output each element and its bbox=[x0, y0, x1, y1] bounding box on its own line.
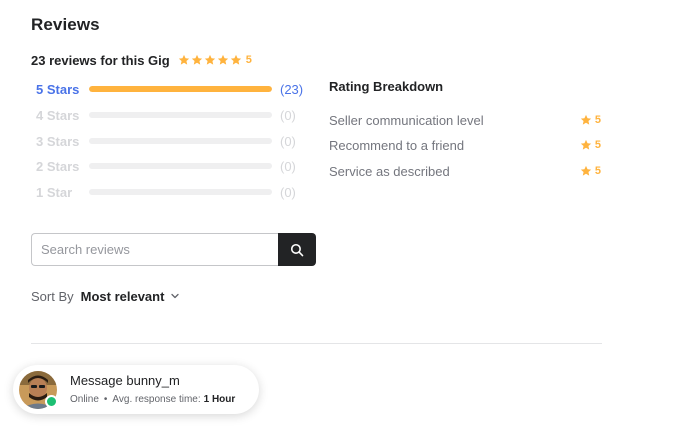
summary-stars bbox=[178, 54, 242, 66]
breakdown-value: 5 bbox=[580, 139, 601, 151]
rating-bar bbox=[89, 112, 272, 118]
star-icon bbox=[580, 139, 592, 150]
section-divider bbox=[31, 343, 602, 344]
star-icon bbox=[580, 165, 592, 176]
star-icon bbox=[230, 54, 242, 66]
star-icon bbox=[217, 54, 229, 66]
rating-bar bbox=[89, 163, 272, 169]
online-status-dot bbox=[45, 394, 58, 408]
rating-row-4-stars[interactable]: 4 Stars (0) bbox=[36, 106, 296, 124]
response-time-label: Avg. response time: bbox=[112, 394, 201, 405]
breakdown-label: Seller communication level bbox=[329, 112, 484, 128]
rating-row-label[interactable]: 2 Stars bbox=[36, 159, 89, 174]
breakdown-row-service: Service as described 5 bbox=[329, 162, 601, 180]
rating-bar-fill bbox=[89, 86, 272, 92]
rating-row-label[interactable]: 4 Stars bbox=[36, 108, 89, 123]
chat-text: Message bunny_m Online • Avg. response t… bbox=[70, 372, 235, 407]
rating-row-count: (0) bbox=[280, 184, 296, 200]
chat-meta: Online • Avg. response time: 1 Hour bbox=[70, 393, 235, 407]
star-icon bbox=[191, 54, 203, 66]
breakdown-label: Recommend to a friend bbox=[329, 137, 465, 153]
rating-bar bbox=[89, 138, 272, 144]
rating-row-1-star[interactable]: 1 Star (0) bbox=[36, 183, 296, 201]
breakdown-row-communication: Seller communication level 5 bbox=[329, 111, 601, 129]
search-button[interactable] bbox=[278, 233, 316, 266]
breakdown-value: 5 bbox=[580, 114, 601, 126]
rating-bar bbox=[89, 86, 272, 92]
chevron-down-icon bbox=[171, 293, 180, 299]
rating-row-label[interactable]: 1 Star bbox=[36, 185, 89, 200]
message-title: Message bunny_m bbox=[70, 373, 180, 388]
rating-row-count: (23) bbox=[280, 81, 304, 97]
response-time-value: 1 Hour bbox=[203, 394, 236, 405]
breakdown-score: 5 bbox=[594, 139, 601, 151]
sort-value[interactable]: Most relevant bbox=[81, 289, 165, 304]
rating-breakdown-title: Rating Breakdown bbox=[329, 79, 444, 94]
star-icon bbox=[178, 54, 190, 66]
rating-row-count: (0) bbox=[280, 133, 296, 149]
breakdown-row-recommend: Recommend to a friend 5 bbox=[329, 136, 601, 154]
reviews-summary: 23 reviews for this Gig 5 bbox=[31, 51, 252, 69]
sort-dropdown[interactable]: Most relevant bbox=[81, 289, 181, 304]
meta-separator: • bbox=[103, 394, 108, 405]
online-status: Online bbox=[70, 394, 99, 405]
breakdown-score: 5 bbox=[594, 165, 601, 177]
average-rating: 5 bbox=[245, 54, 252, 66]
rating-row-count: (0) bbox=[280, 158, 296, 174]
rating-row-count: (0) bbox=[280, 107, 296, 123]
breakdown-value: 5 bbox=[580, 165, 601, 177]
reviews-count-text: 23 reviews for this Gig bbox=[31, 52, 170, 68]
rating-row-label[interactable]: 3 Stars bbox=[36, 134, 89, 149]
rating-row-2-stars[interactable]: 2 Stars (0) bbox=[36, 157, 296, 175]
rating-row-3-stars[interactable]: 3 Stars (0) bbox=[36, 132, 296, 150]
star-icon bbox=[580, 114, 592, 125]
review-search bbox=[31, 233, 316, 266]
rating-row-5-stars[interactable]: 5 Stars (23) bbox=[36, 80, 303, 98]
sort-label: Sort By bbox=[31, 288, 74, 304]
rating-bar bbox=[89, 189, 272, 195]
rating-row-label[interactable]: 5 Stars bbox=[36, 82, 89, 97]
sort-control: Sort By Most relevant bbox=[31, 287, 180, 305]
breakdown-label: Service as described bbox=[329, 163, 450, 179]
breakdown-score: 5 bbox=[594, 114, 601, 126]
search-icon bbox=[290, 243, 304, 256]
star-icon bbox=[204, 54, 216, 66]
avatar bbox=[19, 370, 58, 409]
message-seller-bubble[interactable]: Message bunny_m Online • Avg. response t… bbox=[13, 365, 259, 414]
reviews-title: Reviews bbox=[31, 15, 100, 34]
search-input[interactable] bbox=[31, 233, 278, 266]
